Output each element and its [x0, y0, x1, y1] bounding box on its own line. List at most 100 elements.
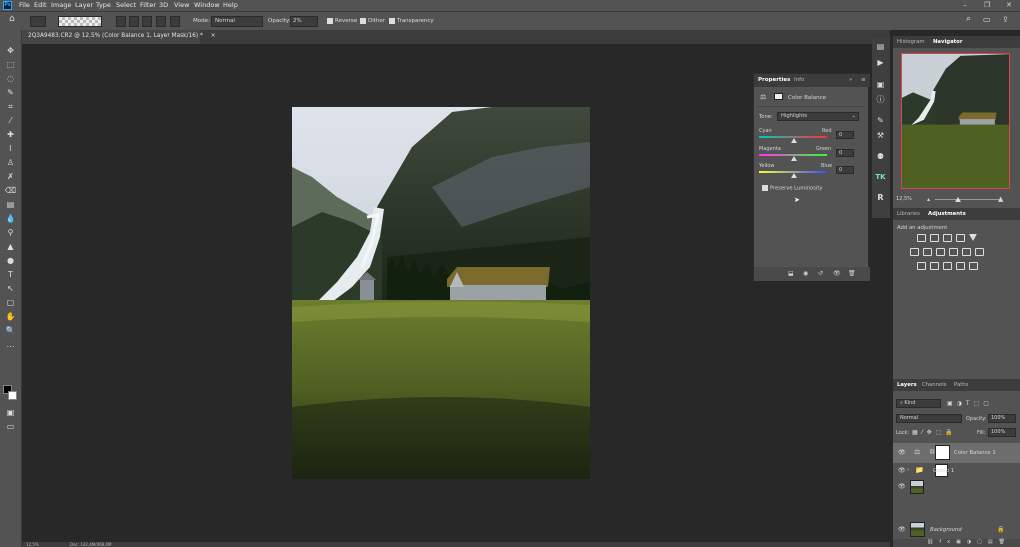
brightness-icon[interactable]: [917, 234, 926, 242]
exposure-icon[interactable]: [956, 234, 965, 242]
diamond-gradient-button[interactable]: [170, 16, 180, 27]
yellow-blue-value[interactable]: 0: [836, 166, 854, 174]
color-balance-adj-icon[interactable]: [923, 248, 932, 256]
preserve-luminosity-checkbox[interactable]: Preserve Luminosity: [762, 185, 822, 192]
layers-footer-icons[interactable]: ⛓fx▣◑▢▤🗑: [893, 539, 1020, 547]
tool-presets-icon[interactable]: ⚒: [875, 130, 886, 141]
visibility-eye-icon[interactable]: 👁: [898, 449, 906, 456]
navigator-zoom[interactable]: 12,5%: [896, 196, 912, 202]
tab-channels[interactable]: Channels: [922, 382, 947, 388]
curves-icon[interactable]: [943, 234, 952, 242]
blend-mode-select[interactable]: Normal: [896, 414, 962, 423]
tab-navigator[interactable]: Navigator: [933, 39, 962, 45]
gradient-picker[interactable]: [58, 16, 102, 27]
lasso-tool-icon[interactable]: ◌: [4, 73, 17, 84]
gradient-map-icon[interactable]: [956, 262, 965, 270]
close-tab-icon[interactable]: ×: [211, 33, 216, 39]
zoom-in-icon[interactable]: ▲: [998, 195, 1003, 203]
crop-tool-icon[interactable]: ⌗: [4, 101, 17, 112]
properties-icon[interactable]: ▣: [875, 79, 886, 90]
photo-filter-icon[interactable]: [949, 248, 958, 256]
menu-help[interactable]: Help: [223, 1, 238, 9]
clip-to-layer-icon[interactable]: ⬓: [788, 270, 794, 277]
menu-layer[interactable]: Layer: [75, 1, 93, 9]
visibility-icon[interactable]: 👁: [833, 270, 841, 277]
quick-mask-icon[interactable]: ▣: [4, 407, 17, 418]
path-select-tool-icon[interactable]: ↖: [4, 283, 17, 294]
magenta-green-value[interactable]: 0: [836, 149, 854, 157]
reverse-checkbox[interactable]: Reverse: [327, 16, 357, 27]
angle-gradient-button[interactable]: [142, 16, 152, 27]
hand-tool-icon[interactable]: ✋: [4, 311, 17, 322]
tab-layers[interactable]: Layers: [897, 382, 917, 388]
layer-mask-icon[interactable]: [774, 93, 783, 100]
move-tool-icon[interactable]: ✥: [4, 45, 17, 56]
menu-window[interactable]: Window: [194, 1, 220, 9]
document-tab[interactable]: 2Q3A9483.CR2 @ 12,5% (Color Balance 1, L…: [22, 30, 216, 44]
tab-libraries[interactable]: Libraries: [897, 211, 920, 217]
history-brush-tool-icon[interactable]: ✗: [4, 171, 17, 182]
menu-edit[interactable]: Edit: [34, 1, 47, 9]
search-icon[interactable]: ⌕: [966, 14, 971, 25]
linear-gradient-button[interactable]: [116, 16, 126, 27]
gradient-tool-icon[interactable]: ▤: [4, 199, 17, 210]
share-icon[interactable]: ⇪: [1002, 14, 1009, 25]
magenta-green-slider-thumb[interactable]: [791, 156, 797, 161]
tk-panel-icon[interactable]: TK: [875, 172, 886, 183]
restore-button[interactable]: ❐: [976, 0, 998, 11]
history-icon[interactable]: ▤: [875, 41, 886, 52]
levels-icon[interactable]: [930, 234, 939, 242]
lock-icons[interactable]: ▦⁄✥⬚🔒: [912, 429, 957, 436]
tab-properties[interactable]: Properties: [758, 77, 790, 83]
collapse-icon[interactable]: »: [849, 77, 852, 83]
vibrance-icon[interactable]: [969, 234, 977, 241]
sponge-tool-icon[interactable]: ▲: [4, 241, 17, 252]
opacity-input[interactable]: 2%: [290, 16, 318, 27]
tab-adjustments[interactable]: Adjustments: [928, 211, 966, 217]
menu-image[interactable]: Image: [51, 1, 71, 9]
layer-opacity-input[interactable]: 100%: [988, 414, 1016, 423]
yellow-blue-slider-thumb[interactable]: [791, 173, 797, 178]
selective-color-icon[interactable]: [969, 262, 978, 270]
navigator-preview[interactable]: [901, 53, 1010, 189]
color-lookup-icon[interactable]: [975, 248, 984, 256]
mode-select[interactable]: Normal: [211, 16, 263, 27]
menu-view[interactable]: View: [174, 1, 189, 9]
layer-thumbnail[interactable]: [910, 480, 924, 494]
layer-row-group[interactable]: 👁 › 📁 Group 1: [893, 463, 1020, 479]
tab-histogram[interactable]: Histogram: [897, 39, 924, 45]
menu-file[interactable]: File: [19, 1, 30, 9]
brush-tool-icon[interactable]: ⌇: [4, 143, 17, 154]
background-color-swatch[interactable]: [8, 391, 17, 400]
zoom-slider-thumb[interactable]: [955, 197, 961, 202]
hue-saturation-icon[interactable]: [910, 248, 919, 256]
reflected-gradient-button[interactable]: [156, 16, 166, 27]
expand-arrow-icon[interactable]: ›: [907, 467, 909, 473]
blur-tool-icon[interactable]: 💧: [4, 213, 17, 224]
workspace-icon[interactable]: ▭: [983, 14, 991, 25]
layer-row-sublayer[interactable]: 👁: [893, 479, 1020, 496]
menu-select[interactable]: Select: [116, 1, 136, 9]
layer-row-color-balance[interactable]: 👁 ⚖ ⛓ Color Balance 1: [893, 443, 1020, 463]
tone-select[interactable]: Highlights ⌄: [777, 112, 859, 121]
channel-mixer-icon[interactable]: [962, 248, 971, 256]
reset-icon[interactable]: ↺: [818, 270, 823, 277]
eyedropper-tool-icon[interactable]: ⁄: [4, 115, 17, 126]
type-tool-icon[interactable]: T: [4, 269, 17, 280]
visibility-eye-icon[interactable]: 👁: [898, 467, 906, 474]
background-thumbnail[interactable]: [910, 522, 925, 537]
visibility-eye-icon[interactable]: 👁: [898, 483, 906, 490]
visibility-eye-icon[interactable]: 👁: [898, 526, 906, 533]
zoom-out-icon[interactable]: ▴: [927, 196, 930, 203]
black-white-icon[interactable]: [936, 248, 945, 256]
info-icon[interactable]: ⓘ: [875, 94, 886, 105]
pen-tool-icon[interactable]: ●: [4, 255, 17, 266]
transparency-checkbox[interactable]: Transparency: [389, 16, 434, 27]
fill-input[interactable]: 100%: [988, 428, 1016, 437]
dodge-tool-icon[interactable]: ⚲: [4, 227, 17, 238]
invert-icon[interactable]: [917, 262, 926, 270]
panel-menu-icon[interactable]: ≡: [861, 77, 866, 83]
quick-select-tool-icon[interactable]: ✎: [4, 87, 17, 98]
view-previous-icon[interactable]: ◉: [803, 270, 808, 277]
threshold-icon[interactable]: [943, 262, 952, 270]
